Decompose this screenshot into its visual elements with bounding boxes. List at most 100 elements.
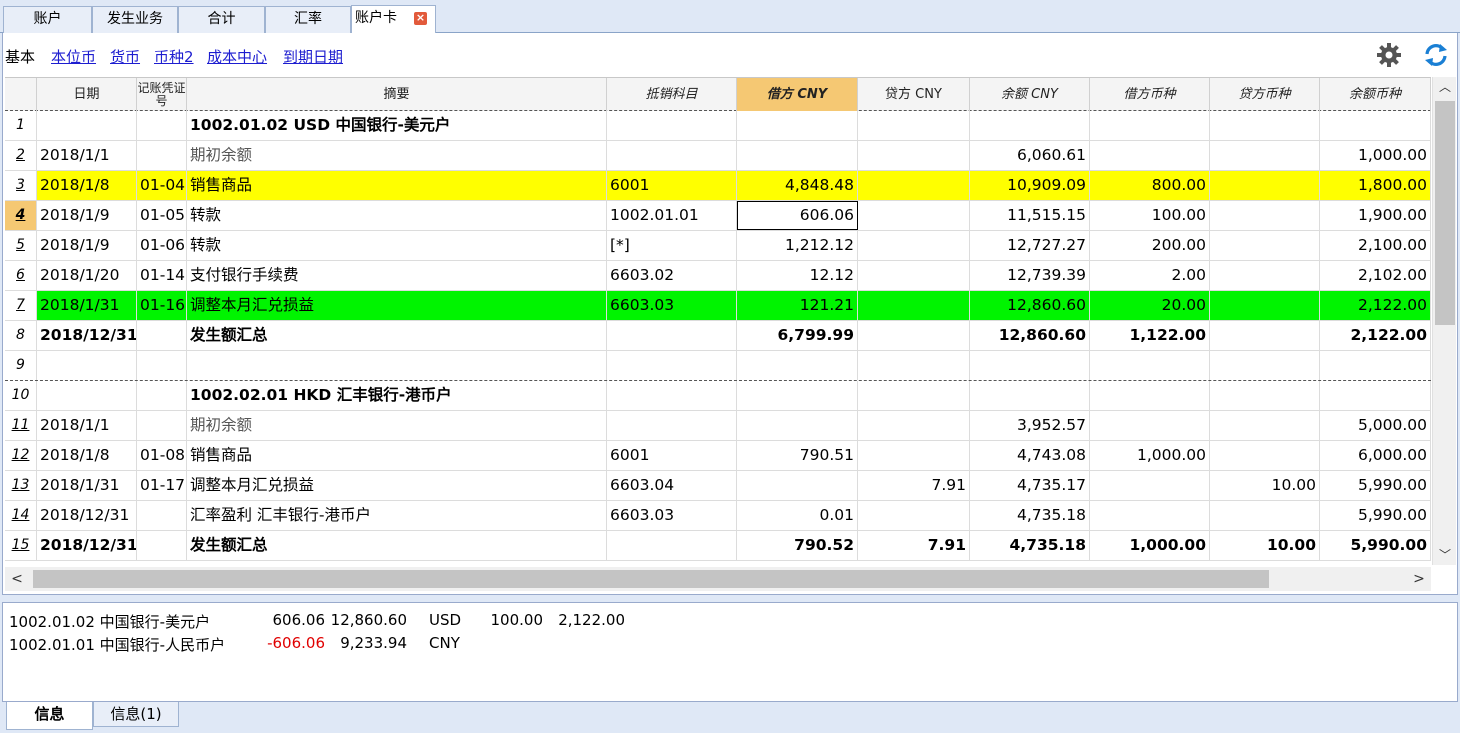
date-cell[interactable]: 2018/1/9 xyxy=(37,201,137,230)
debit-cny-cell[interactable] xyxy=(737,381,858,410)
description-cell[interactable]: 转款 xyxy=(187,201,607,230)
date-cell[interactable] xyxy=(37,381,137,410)
balance-currency-cell[interactable]: 1,900.00 xyxy=(1320,201,1431,230)
chevron-down-icon[interactable]: ﹀ xyxy=(1433,545,1457,565)
col-doc[interactable]: 记账凭证号 xyxy=(137,78,187,111)
credit-currency-cell[interactable] xyxy=(1210,441,1320,470)
balance-currency-cell[interactable]: 1,800.00 xyxy=(1320,171,1431,200)
col-credit-cny[interactable]: 贷方 CNY xyxy=(858,78,970,111)
debit-cny-cell[interactable]: 0.01 xyxy=(737,501,858,530)
date-cell[interactable]: 2018/1/8 xyxy=(37,171,137,200)
balance-cny-cell[interactable]: 11,515.15 xyxy=(970,201,1090,230)
description-cell[interactable]: 调整本月汇兑损益 xyxy=(187,471,607,500)
table-row[interactable]: 12 2018/1/8 01-08 销售商品 6001 790.51 4,743.08 1,0… xyxy=(5,441,1431,471)
row-number[interactable]: 15 xyxy=(5,531,37,560)
credit-currency-cell[interactable]: 10.00 xyxy=(1210,471,1320,500)
credit-cny-cell[interactable]: 7.91 xyxy=(858,531,970,560)
balance-currency-cell[interactable] xyxy=(1320,111,1431,140)
row-number[interactable]: 1 xyxy=(5,111,37,140)
debit-cny-cell[interactable] xyxy=(737,141,858,170)
table-row[interactable]: 15 2018/12/31 发生额汇总 790.52 7.91 4,735.18 1,000… xyxy=(5,531,1431,561)
credit-cny-cell[interactable] xyxy=(858,141,970,170)
balance-currency-cell[interactable]: 2,102.00 xyxy=(1320,261,1431,290)
debit-cny-cell[interactable] xyxy=(737,411,858,440)
table-row[interactable]: 7 2018/1/31 01-16 调整本月汇兑损益 6603.03 121.21 12,8… xyxy=(5,291,1431,321)
doc-cell[interactable] xyxy=(137,321,187,350)
balance-cny-cell[interactable]: 4,735.17 xyxy=(970,471,1090,500)
description-cell[interactable]: 期初余额 xyxy=(187,141,607,170)
balance-currency-cell[interactable]: 1,000.00 xyxy=(1320,141,1431,170)
date-cell[interactable]: 2018/12/31 xyxy=(37,321,137,350)
balance-currency-cell[interactable]: 2,122.00 xyxy=(1320,291,1431,320)
chevron-right-icon[interactable]: > xyxy=(1407,567,1431,591)
credit-currency-cell[interactable] xyxy=(1210,171,1320,200)
debit-currency-cell[interactable] xyxy=(1090,501,1210,530)
balance-cny-cell[interactable]: 4,743.08 xyxy=(970,441,1090,470)
debit-cny-cell[interactable]: 12.12 xyxy=(737,261,858,290)
description-cell[interactable]: 支付银行手续费 xyxy=(187,261,607,290)
debit-cny-cell[interactable] xyxy=(737,351,858,380)
balance-currency-cell[interactable]: 5,990.00 xyxy=(1320,531,1431,560)
view-currency-2[interactable]: 币种2 xyxy=(154,46,194,67)
view-currency[interactable]: 货币 xyxy=(110,46,140,67)
credit-cny-cell[interactable] xyxy=(858,171,970,200)
refresh-icon[interactable] xyxy=(1422,41,1450,69)
description-cell[interactable] xyxy=(187,351,607,380)
table-row[interactable]: 3 2018/1/8 01-04 销售商品 6001 4,848.48 10,909.09 8… xyxy=(5,171,1431,201)
horizontal-scrollbar[interactable]: < > xyxy=(5,567,1431,591)
credit-cny-cell[interactable] xyxy=(858,231,970,260)
credit-cny-cell[interactable]: 7.91 xyxy=(858,471,970,500)
date-cell[interactable]: 2018/1/9 xyxy=(37,231,137,260)
credit-cny-cell[interactable] xyxy=(858,111,970,140)
table-row[interactable]: 9 xyxy=(5,351,1431,381)
description-cell[interactable]: 1002.01.02 USD 中国银行-美元户 xyxy=(187,111,607,140)
debit-currency-cell[interactable]: 200.00 xyxy=(1090,231,1210,260)
balance-cny-cell[interactable] xyxy=(970,381,1090,410)
credit-currency-cell[interactable] xyxy=(1210,381,1320,410)
view-cost-center[interactable]: 成本中心 xyxy=(207,46,267,67)
row-number[interactable]: 12 xyxy=(5,441,37,470)
description-cell[interactable]: 1002.02.01 HKD 汇丰银行-港币户 xyxy=(187,381,607,410)
tab-info[interactable]: 信息 xyxy=(6,702,93,730)
description-cell[interactable]: 销售商品 xyxy=(187,441,607,470)
table-row[interactable]: 10 1002.02.01 HKD 汇丰银行-港币户 xyxy=(5,381,1431,411)
description-cell[interactable]: 销售商品 xyxy=(187,171,607,200)
doc-cell[interactable] xyxy=(137,381,187,410)
debit-currency-cell[interactable] xyxy=(1090,351,1210,380)
tab-info-1[interactable]: 信息(1) xyxy=(93,702,179,727)
table-row[interactable]: 5 2018/1/9 01-06 转款 [*] 1,212.12 12,727.27 200.… xyxy=(5,231,1431,261)
description-cell[interactable]: 转款 xyxy=(187,231,607,260)
balance-currency-cell[interactable]: 5,000.00 xyxy=(1320,411,1431,440)
contra-account-cell[interactable]: 6603.03 xyxy=(607,501,737,530)
chevron-left-icon[interactable]: < xyxy=(5,567,29,591)
debit-currency-cell[interactable]: 800.00 xyxy=(1090,171,1210,200)
balance-currency-cell[interactable]: 2,122.00 xyxy=(1320,321,1431,350)
table-row[interactable]: 14 2018/12/31 汇率盈利 汇丰银行-港币户 6603.03 0.01 4,73… xyxy=(5,501,1431,531)
tab-exchange-rates[interactable]: 汇率 xyxy=(265,6,351,33)
table-row[interactable]: 13 2018/1/31 01-17 调整本月汇兑损益 6603.04 7.91 4,735… xyxy=(5,471,1431,501)
view-due-date[interactable]: 到期日期 xyxy=(283,46,343,67)
balance-currency-cell[interactable] xyxy=(1320,351,1431,380)
credit-cny-cell[interactable] xyxy=(858,411,970,440)
row-number[interactable]: 11 xyxy=(5,411,37,440)
tab-totals[interactable]: 合计 xyxy=(178,6,265,33)
balance-cny-cell[interactable]: 12,860.60 xyxy=(970,321,1090,350)
vertical-scrollbar[interactable]: ︿ ﹀ xyxy=(1432,77,1456,565)
debit-currency-cell[interactable] xyxy=(1090,111,1210,140)
tab-account-card[interactable]: 账户卡 × xyxy=(351,5,436,33)
date-cell[interactable]: 2018/1/20 xyxy=(37,261,137,290)
contra-account-cell[interactable] xyxy=(607,111,737,140)
debit-cny-cell[interactable]: 4,848.48 xyxy=(737,171,858,200)
description-cell[interactable]: 期初余额 xyxy=(187,411,607,440)
description-cell[interactable]: 调整本月汇兑损益 xyxy=(187,291,607,320)
row-number[interactable]: 13 xyxy=(5,471,37,500)
scroll-thumb[interactable] xyxy=(1435,101,1455,325)
debit-cny-cell[interactable]: 121.21 xyxy=(737,291,858,320)
doc-cell[interactable]: 01-04 xyxy=(137,171,187,200)
date-cell[interactable]: 2018/1/31 xyxy=(37,291,137,320)
table-row[interactable]: 11 2018/1/1 期初余额 3,952.57 5,000.00 xyxy=(5,411,1431,441)
col-balance-currency[interactable]: 余额币种 xyxy=(1320,78,1431,111)
row-number[interactable]: 3 xyxy=(5,171,37,200)
date-cell[interactable]: 2018/1/1 xyxy=(37,141,137,170)
row-number[interactable]: 5 xyxy=(5,231,37,260)
